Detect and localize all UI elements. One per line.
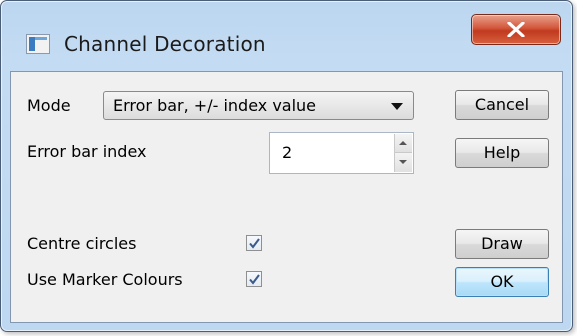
mode-value: Error bar, +/- index value bbox=[113, 96, 317, 115]
close-button[interactable] bbox=[471, 14, 561, 45]
mode-dropdown[interactable]: Error bar, +/- index value bbox=[103, 91, 414, 120]
error-bar-index-spinner[interactable]: 2 bbox=[269, 132, 414, 174]
dialog-content: Mode Error bar, +/- index value Cancel H… bbox=[10, 71, 563, 323]
check-icon bbox=[249, 274, 260, 285]
use-marker-colours-checkbox[interactable] bbox=[246, 271, 262, 287]
window-title: Channel Decoration bbox=[64, 32, 266, 56]
cancel-button[interactable]: Cancel bbox=[455, 90, 549, 120]
centre-circles-checkbox[interactable] bbox=[246, 235, 262, 251]
error-bar-index-input[interactable]: 2 bbox=[282, 143, 292, 162]
use-marker-colours-label: Use Marker Colours bbox=[27, 270, 183, 289]
title-bar[interactable]: Channel Decoration bbox=[1, 1, 572, 69]
dialog-window: Channel Decoration Mode Error bar, +/- i… bbox=[0, 0, 573, 332]
chevron-down-icon bbox=[391, 103, 403, 110]
spin-down-icon[interactable] bbox=[394, 153, 412, 172]
check-icon bbox=[249, 238, 260, 249]
centre-circles-label: Centre circles bbox=[27, 234, 137, 253]
spin-up-icon[interactable] bbox=[394, 134, 412, 153]
help-button[interactable]: Help bbox=[455, 138, 549, 168]
app-icon bbox=[26, 34, 50, 54]
mode-label: Mode bbox=[27, 96, 71, 115]
draw-button[interactable]: Draw bbox=[455, 229, 549, 259]
close-icon bbox=[507, 22, 525, 37]
ok-button[interactable]: OK bbox=[455, 267, 549, 297]
error-bar-index-label: Error bar index bbox=[27, 142, 147, 161]
